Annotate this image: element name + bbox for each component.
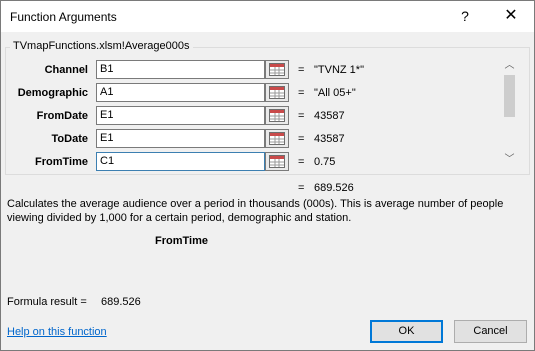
cancel-button[interactable]: Cancel (454, 320, 527, 343)
arg-input-fromdate[interactable]: E1 (96, 106, 265, 125)
collapse-range-button-todate[interactable] (265, 129, 289, 148)
arg-label-channel: Channel (44, 64, 88, 76)
function-result-value: 689.526 (314, 182, 354, 194)
arg-input-fromtime[interactable]: C1 (96, 152, 265, 171)
function-name: TVmapFunctions.xlsm!Average000s (10, 40, 193, 52)
range-select-icon (269, 86, 285, 99)
arg-input-todate[interactable]: E1 (96, 129, 265, 148)
equals-sign: = (298, 133, 305, 145)
dialog-title: Function Arguments (10, 10, 117, 24)
arg-label-todate: ToDate (51, 133, 88, 145)
help-button[interactable]: ? (453, 5, 477, 27)
ok-button[interactable]: OK (370, 320, 443, 343)
function-description: Calculates the average audience over a p… (7, 198, 504, 224)
formula-result-value: 689.526 (101, 296, 141, 308)
formula-result-label: Formula result = (7, 296, 87, 308)
collapse-range-button-channel[interactable] (265, 60, 289, 79)
help-link[interactable]: Help on this function (7, 326, 107, 338)
collapse-range-button-fromtime[interactable] (265, 152, 289, 171)
function-arguments-dialog: Function Arguments ? ✕ TVmapFunctions.xl… (0, 0, 535, 351)
arg-value-todate: 43587 (314, 133, 345, 145)
arg-value-fromdate: 43587 (314, 110, 345, 122)
arg-label-demographic: Demographic (17, 87, 88, 99)
scroll-down-icon[interactable]: ﹀ (501, 152, 518, 168)
range-select-icon (269, 155, 285, 168)
arg-value-channel: "TVNZ 1*" (314, 64, 364, 76)
arg-label-fromtime: FromTime (35, 156, 88, 168)
arguments-scrollbar[interactable]: ︿ ﹀ (501, 58, 518, 168)
arg-input-demographic[interactable]: A1 (96, 83, 265, 102)
equals-sign: = (298, 64, 305, 76)
current-argument-name: FromTime (155, 235, 208, 247)
arg-value-fromtime: 0.75 (314, 156, 336, 168)
scroll-up-icon[interactable]: ︿ (501, 58, 518, 74)
range-select-icon (269, 132, 285, 145)
equals-sign: = (298, 156, 305, 168)
arg-label-fromdate: FromDate (36, 110, 88, 122)
arg-value-demographic: "All 05+" (314, 87, 356, 99)
equals-sign: = (298, 87, 305, 99)
arg-input-channel[interactable]: B1 (96, 60, 265, 79)
scroll-thumb[interactable] (504, 75, 515, 117)
range-select-icon (269, 109, 285, 122)
title-bar: Function Arguments ? ✕ (1, 1, 534, 32)
equals-sign: = (298, 182, 305, 194)
range-select-icon (269, 63, 285, 76)
equals-sign: = (298, 110, 305, 122)
close-button[interactable]: ✕ (496, 5, 526, 27)
collapse-range-button-demographic[interactable] (265, 83, 289, 102)
collapse-range-button-fromdate[interactable] (265, 106, 289, 125)
